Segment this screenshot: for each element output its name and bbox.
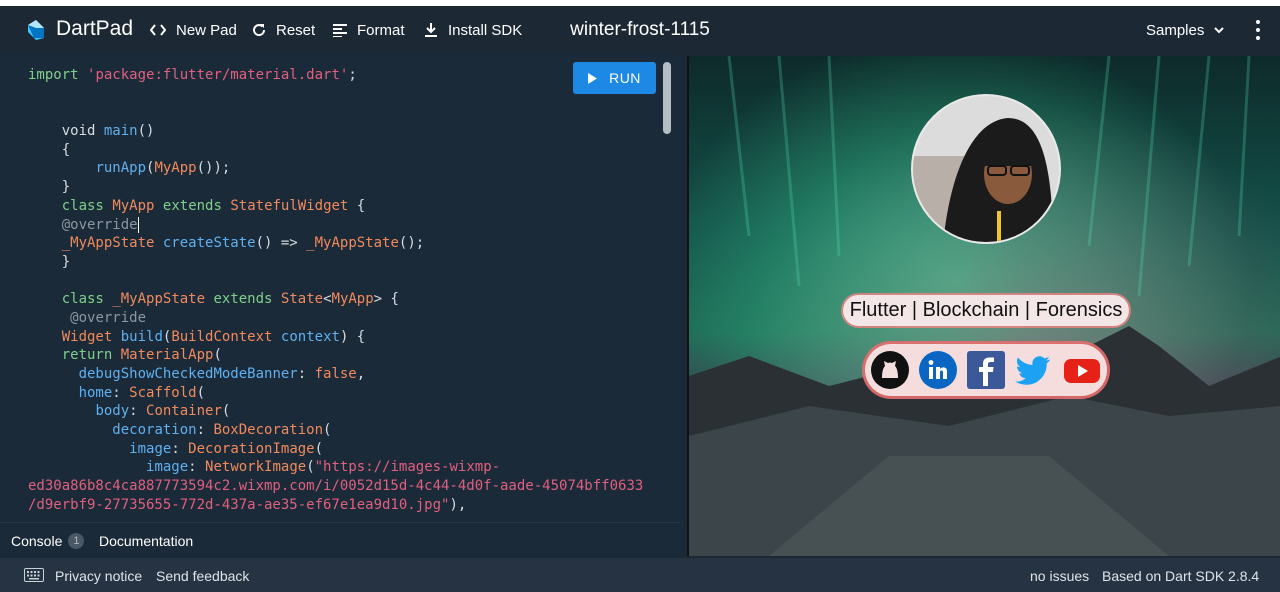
more-menu-icon[interactable] bbox=[1250, 20, 1266, 40]
dartpad-logo-icon bbox=[28, 20, 44, 40]
status-footer: Privacy notice Send feedback no issues B… bbox=[0, 558, 1280, 592]
reset-label: Reset bbox=[276, 21, 316, 39]
keyboard-icon[interactable] bbox=[24, 568, 44, 582]
samples-dropdown[interactable]: Samples bbox=[1146, 6, 1225, 54]
run-label: RUN bbox=[609, 70, 641, 86]
console-label: Console bbox=[11, 533, 63, 549]
privacy-notice-link[interactable]: Privacy notice bbox=[55, 568, 142, 584]
new-pad-label: New Pad bbox=[176, 21, 237, 39]
documentation-tab[interactable]: Documentation bbox=[99, 523, 193, 559]
reset-button[interactable]: Reset bbox=[252, 6, 315, 54]
samples-label: Samples bbox=[1146, 21, 1205, 39]
code-icon bbox=[150, 24, 166, 36]
code-editor[interactable]: import 'package:flutter/material.dart'; … bbox=[0, 54, 681, 522]
facebook-icon[interactable] bbox=[965, 349, 1007, 391]
github-icon[interactable] bbox=[869, 349, 911, 391]
send-feedback-link[interactable]: Send feedback bbox=[156, 568, 249, 584]
format-button[interactable]: Format bbox=[333, 6, 405, 54]
profile-avatar bbox=[911, 94, 1061, 244]
twitter-icon[interactable] bbox=[1013, 349, 1055, 391]
new-pad-button[interactable]: New Pad bbox=[150, 6, 237, 54]
social-links-bar bbox=[865, 344, 1107, 396]
output-panel: Flutter | Blockchain | Forensics bbox=[687, 56, 1280, 556]
youtube-icon[interactable] bbox=[1061, 349, 1103, 391]
console-bar: Console 1 Documentation bbox=[0, 522, 681, 558]
play-icon bbox=[588, 72, 598, 84]
sdk-version: Based on Dart SDK 2.8.4 bbox=[1102, 568, 1260, 584]
app-header: DartPad New Pad Reset Format Install SDK… bbox=[0, 6, 1280, 54]
format-align-icon bbox=[333, 24, 347, 37]
tagline-text: Flutter | Blockchain | Forensics bbox=[849, 299, 1123, 321]
chevron-down-icon bbox=[1214, 26, 1225, 33]
console-count-badge: 1 bbox=[68, 533, 85, 549]
pad-title[interactable]: winter-frost-1115 bbox=[570, 19, 710, 40]
profile-photo bbox=[913, 96, 1059, 242]
run-button[interactable]: RUN bbox=[573, 62, 656, 94]
code-content[interactable]: import 'package:flutter/material.dart'; … bbox=[28, 66, 643, 515]
editor-scrollbar[interactable] bbox=[663, 62, 671, 134]
app-name[interactable]: DartPad bbox=[56, 17, 133, 41]
format-label: Format bbox=[357, 21, 405, 39]
install-sdk-button[interactable]: Install SDK bbox=[424, 6, 522, 54]
refresh-icon bbox=[253, 24, 266, 37]
tagline-chip: Flutter | Blockchain | Forensics bbox=[843, 295, 1129, 326]
install-sdk-label: Install SDK bbox=[448, 21, 523, 39]
issues-status: no issues bbox=[1030, 568, 1090, 584]
console-tab[interactable]: Console 1 bbox=[11, 523, 85, 559]
linkedin-icon[interactable] bbox=[917, 349, 959, 391]
download-icon bbox=[425, 22, 437, 37]
documentation-label: Documentation bbox=[99, 533, 194, 549]
